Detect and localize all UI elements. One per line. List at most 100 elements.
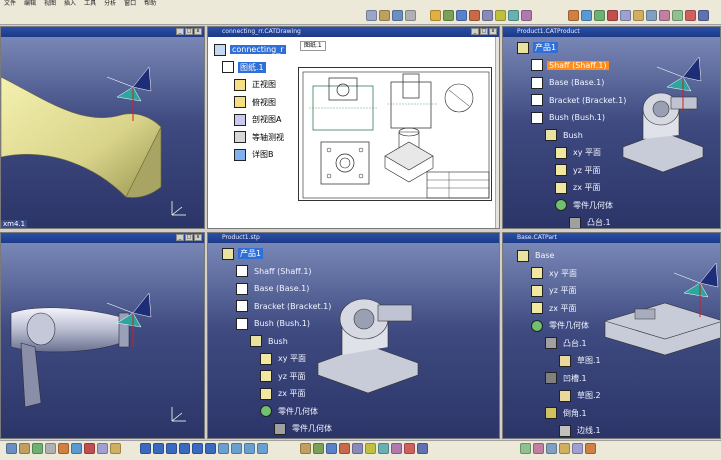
tree-root[interactable]: connecting_r xyxy=(214,41,286,59)
thread-icon[interactable] xyxy=(633,10,644,21)
groove-icon[interactable] xyxy=(482,10,493,21)
print-icon[interactable] xyxy=(45,443,56,454)
apply-material-icon[interactable] xyxy=(698,10,709,21)
manipulate-icon[interactable] xyxy=(352,443,363,454)
clash-icon[interactable] xyxy=(378,443,389,454)
tree-part[interactable]: Shaff (Shaff.1) xyxy=(517,57,628,75)
tree-plane[interactable]: yz 平面 xyxy=(517,162,628,180)
render-icon[interactable] xyxy=(585,443,596,454)
iso-view-icon[interactable] xyxy=(218,443,229,454)
minimize-button[interactable]: _ xyxy=(471,28,479,35)
viewport-3d[interactable]: 产品1 Shaff (Shaff.1) Base (Base.1) Bracke… xyxy=(503,37,720,228)
slot-icon[interactable] xyxy=(521,10,532,21)
snap-icon[interactable] xyxy=(339,443,350,454)
viewport-3d[interactable]: Base xy 平面 yz 平面 zx 平面 零件几何体 凸台.1 草图.1 凹… xyxy=(503,243,720,438)
drawing-sheet[interactable] xyxy=(298,67,492,201)
window-titlebar[interactable]: _ □ x xyxy=(1,233,204,243)
formula-icon[interactable] xyxy=(300,443,311,454)
new-icon[interactable] xyxy=(6,443,17,454)
drawing-area[interactable]: connecting_r 图纸.1 正视图 俯视图 剖视图A 等轴测视 详图B … xyxy=(208,37,499,228)
tree-plane[interactable]: zx 平面 xyxy=(517,300,603,318)
minimize-button[interactable]: _ xyxy=(176,28,184,35)
menu-file[interactable]: 文件 xyxy=(4,0,16,8)
tree-body[interactable]: 零件几何体 xyxy=(517,197,628,215)
tree-view[interactable]: 等轴测视 xyxy=(214,129,286,147)
rotate-icon[interactable] xyxy=(166,443,177,454)
viewport-3d[interactable]: 产品1 Shaff (Shaff.1) Base (Base.1) Bracke… xyxy=(208,243,499,438)
maximize-button[interactable]: □ xyxy=(185,234,193,241)
fit-all-icon[interactable] xyxy=(140,443,151,454)
tree-part[interactable]: Bracket (Bracket.1) xyxy=(517,92,628,110)
tree-feature[interactable]: 零件几何体 xyxy=(222,420,334,438)
tree-body[interactable]: 零件几何体 xyxy=(222,403,334,421)
tree-plane[interactable]: zx 平面 xyxy=(517,179,628,197)
tree-feature[interactable]: 凹槽.1 xyxy=(517,370,603,388)
menu-window[interactable]: 窗口 xyxy=(124,0,136,8)
window-titlebar[interactable]: Base.CATPart xyxy=(503,233,720,243)
tree-sketch[interactable]: 草图.1 xyxy=(517,352,603,370)
tree-part[interactable]: Base (Base.1) xyxy=(517,74,628,92)
thickness-icon[interactable] xyxy=(620,10,631,21)
hide-show-icon[interactable] xyxy=(244,443,255,454)
open-icon[interactable] xyxy=(19,443,30,454)
window-surface-top-left[interactable]: _ □ x xm4.1 xyxy=(0,26,205,229)
rotate-icon[interactable] xyxy=(392,10,403,21)
hole-icon[interactable] xyxy=(495,10,506,21)
assembly-icon[interactable] xyxy=(546,443,557,454)
catalog-icon[interactable] xyxy=(313,443,324,454)
tree-view[interactable]: 正视图 xyxy=(214,76,286,94)
tree-view[interactable]: 详图B xyxy=(214,146,286,164)
chamfer-icon[interactable] xyxy=(581,10,592,21)
window-titlebar[interactable]: Product1.CATProduct xyxy=(503,27,720,37)
close-button[interactable]: x xyxy=(194,28,202,35)
surface-icon[interactable] xyxy=(572,443,583,454)
maximize-button[interactable]: □ xyxy=(480,28,488,35)
window-titlebar[interactable]: Product1.stp xyxy=(208,233,499,243)
maximize-button[interactable]: □ xyxy=(185,28,193,35)
window-product-top[interactable]: Product1.CATProduct 产品1 Shaff (Shaff.1) … xyxy=(502,26,721,229)
tree-plane[interactable]: xy 平面 xyxy=(517,265,603,283)
window-base-part[interactable]: Base.CATPart Base xy 平面 yz 平面 zx 平面 零件几何… xyxy=(502,232,721,439)
redo-icon[interactable] xyxy=(110,443,121,454)
scale-icon[interactable] xyxy=(672,10,683,21)
sketch-icon[interactable] xyxy=(430,10,441,21)
part-design-icon[interactable] xyxy=(533,443,544,454)
compass-icon[interactable] xyxy=(101,283,161,353)
window-titlebar[interactable]: connecting_rr.CATDrawing _ □ x xyxy=(208,27,499,37)
tree-feature[interactable]: 凸台.1 xyxy=(517,335,603,353)
tree-plane[interactable]: yz 平面 xyxy=(517,282,603,300)
vertical-scrollbar[interactable] xyxy=(495,37,499,228)
section-icon[interactable] xyxy=(391,443,402,454)
close-button[interactable]: x xyxy=(489,28,497,35)
minimize-button[interactable]: _ xyxy=(176,234,184,241)
rib-icon[interactable] xyxy=(508,10,519,21)
tree-sheet[interactable]: 图纸.1 xyxy=(214,59,286,77)
shading-icon[interactable] xyxy=(231,443,242,454)
pan-icon[interactable] xyxy=(379,10,390,21)
menu-edit[interactable]: 编辑 xyxy=(24,0,36,8)
measure-icon[interactable] xyxy=(685,10,696,21)
menu-tools[interactable]: 工具 xyxy=(84,0,96,8)
normal-view-icon[interactable] xyxy=(205,443,216,454)
tree-plane[interactable]: xy 平面 xyxy=(517,144,628,162)
tree-root[interactable]: 产品1 xyxy=(517,39,628,57)
menu-analyze[interactable]: 分析 xyxy=(104,0,116,8)
tree-part[interactable]: Bush (Bush.1) xyxy=(517,109,628,127)
tree-feature[interactable]: 凸台.1 xyxy=(517,214,628,228)
fillet-icon[interactable] xyxy=(568,10,579,21)
menu-insert[interactable]: 插入 xyxy=(64,0,76,8)
tree-view[interactable]: 俯视图 xyxy=(214,94,286,112)
swap-space-icon[interactable] xyxy=(257,443,268,454)
tree-body[interactable]: 零件几何体 xyxy=(517,317,603,335)
close-button[interactable]: x xyxy=(194,234,202,241)
tree-edge[interactable]: 边线.1 xyxy=(517,422,603,438)
pad-icon[interactable] xyxy=(443,10,454,21)
paste-icon[interactable] xyxy=(84,443,95,454)
menu-help[interactable]: 帮助 xyxy=(144,0,156,8)
compass-icon[interactable] xyxy=(101,57,161,127)
tree-root[interactable]: 产品1 xyxy=(222,245,334,263)
compass-icon[interactable] xyxy=(651,47,711,117)
tree-part[interactable]: Shaff (Shaff.1) xyxy=(222,263,334,281)
copy-icon[interactable] xyxy=(71,443,82,454)
zoom-out-icon[interactable] xyxy=(192,443,203,454)
